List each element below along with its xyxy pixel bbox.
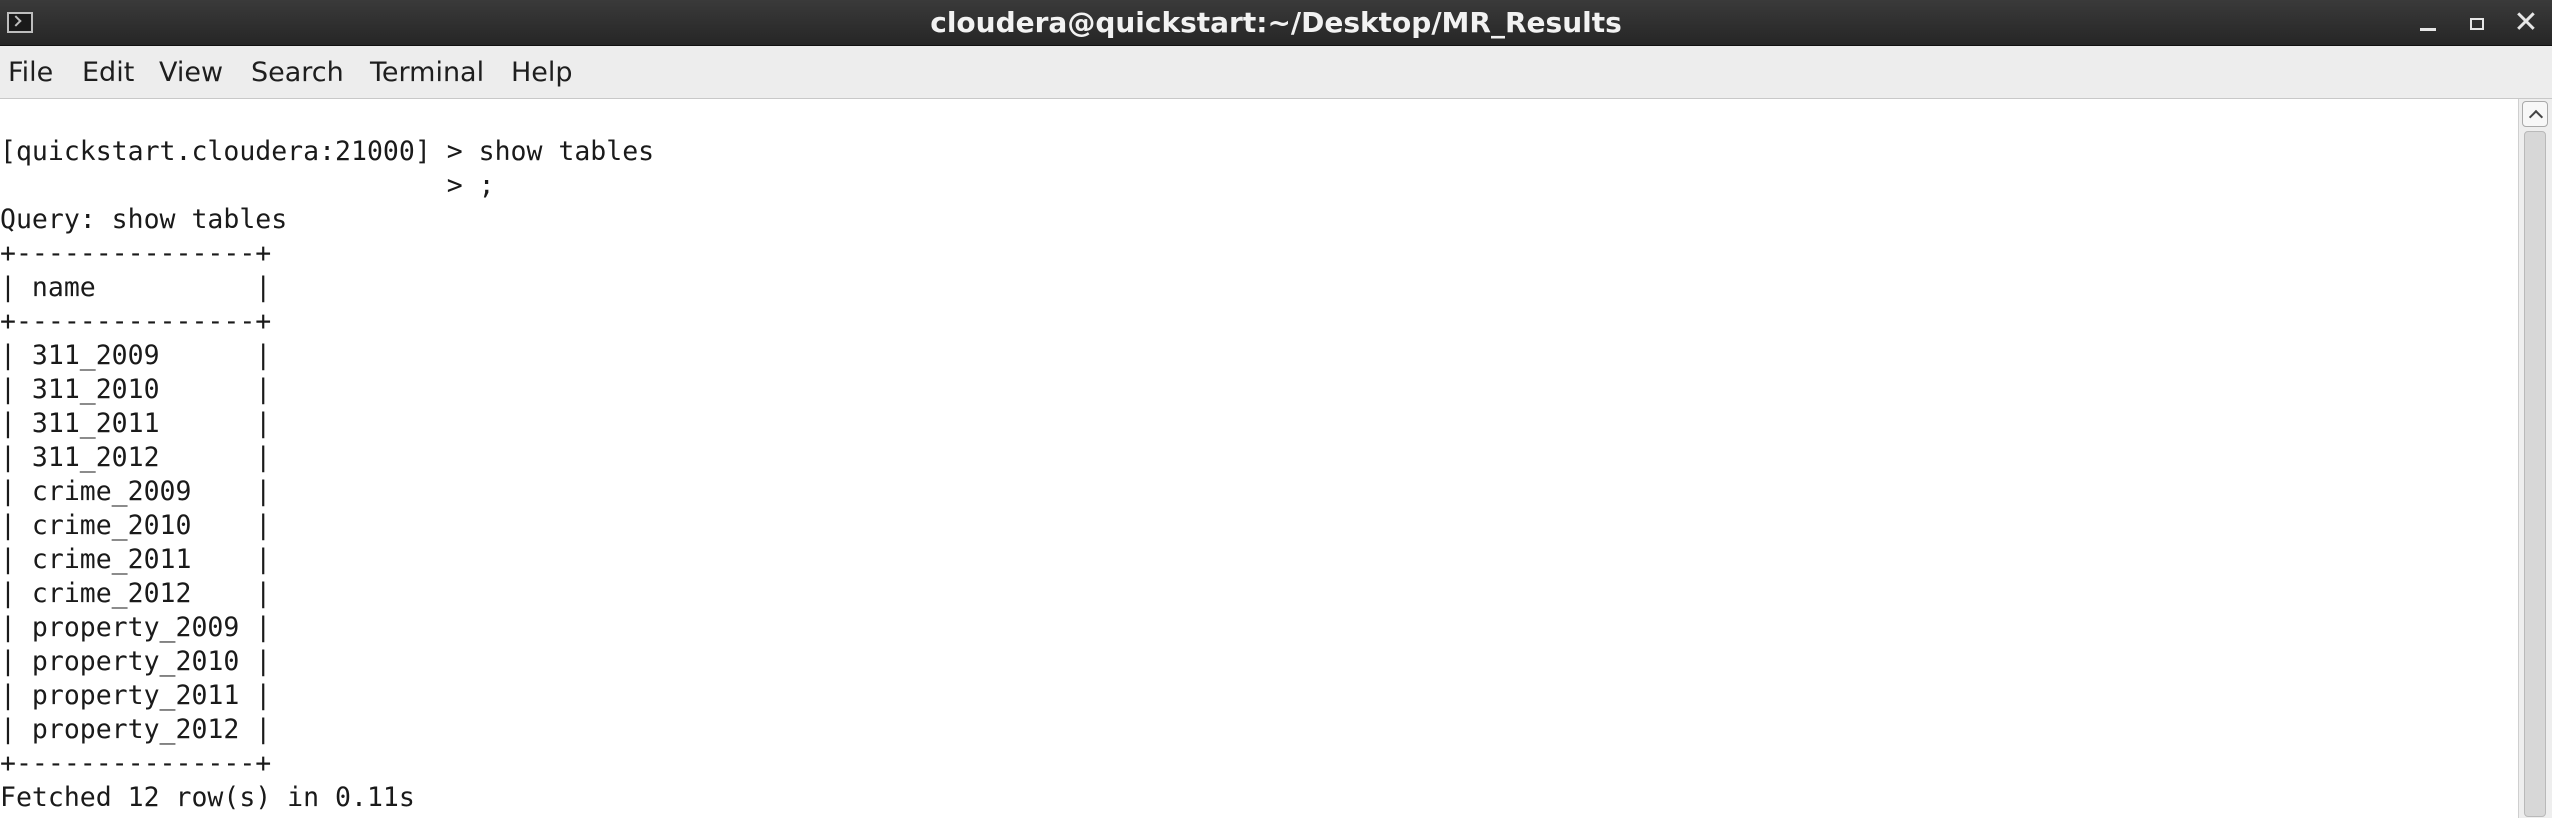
maximize-icon [2470,18,2484,30]
minimize-button[interactable] [2413,8,2443,38]
close-icon: ✕ [2513,5,2539,40]
vertical-scrollbar[interactable] [2518,99,2552,818]
scroll-up-arrow-icon[interactable] [2522,101,2548,127]
close-button[interactable]: ✕ [2511,8,2541,38]
terminal-line: | property_2010 | [0,646,272,677]
menu-search[interactable]: Search [251,46,344,99]
terminal-line: [quickstart.cloudera:21000] > show table… [0,136,655,167]
terminal-line: > ; [0,170,495,201]
scrollbar-thumb[interactable] [2524,131,2546,817]
terminal-line: +---------------+ [0,306,272,337]
terminal-line: Query: show tables [0,204,288,235]
menu-bar: File Edit View Search Terminal Help [0,46,2552,99]
menu-view[interactable]: View [159,46,223,99]
terminal-line: +---------------+ [0,748,272,779]
maximize-button[interactable] [2462,8,2492,38]
window-title: cloudera@quickstart:~/Desktop/MR_Results [930,6,1622,39]
terminal-line: | name | [0,272,272,303]
terminal-line: +---------------+ [0,238,272,269]
terminal-line: | crime_2009 | [0,476,272,507]
terminal-line: | 311_2012 | [0,442,272,473]
terminal-line: Fetched 12 row(s) in 0.11s [0,782,415,813]
menu-terminal[interactable]: Terminal [370,46,484,99]
terminal-line: | 311_2009 | [0,340,272,371]
terminal-line: | crime_2012 | [0,578,272,609]
terminal-line: | property_2011 | [0,680,272,711]
menu-file[interactable]: File [8,46,53,99]
terminal-line: | 311_2011 | [0,408,272,439]
title-bar[interactable]: cloudera@quickstart:~/Desktop/MR_Results… [0,0,2552,46]
terminal-output[interactable]: [quickstart.cloudera:21000] > show table… [0,99,2518,818]
menu-edit[interactable]: Edit [82,46,134,99]
terminal-line: | crime_2010 | [0,510,272,541]
terminal-line: | crime_2011 | [0,544,272,575]
terminal-line: | property_2012 | [0,714,272,745]
terminal-line: | 311_2010 | [0,374,272,405]
menu-help[interactable]: Help [511,46,573,99]
terminal-line: | property_2009 | [0,612,272,643]
minimize-icon [2420,28,2436,31]
